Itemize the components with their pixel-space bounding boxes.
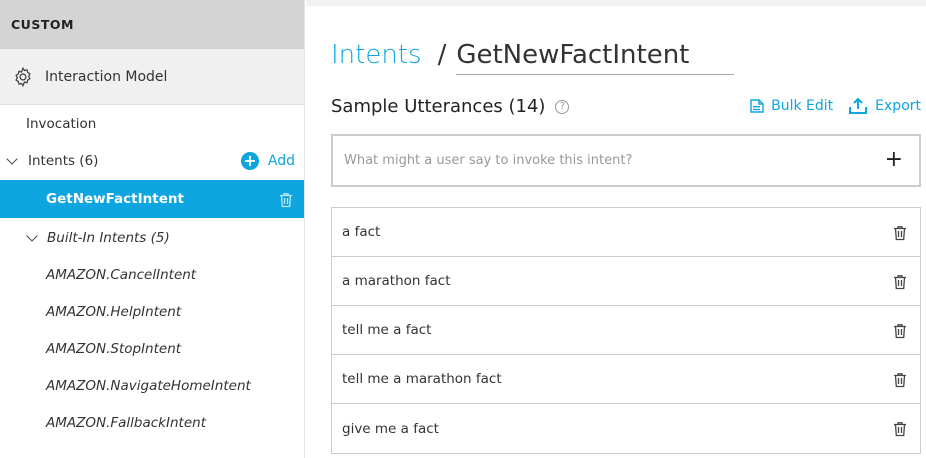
top-divider (306, 0, 926, 6)
selected-intent-label: GetNewFactIntent (46, 191, 184, 207)
builtin-intent-label: AMAZON.CancelIntent (46, 267, 197, 283)
chevron-down-icon (26, 230, 38, 242)
builtin-intent-label: AMAZON.FallbackIntent (46, 415, 206, 431)
breadcrumb-intents-link[interactable]: Intents (331, 40, 422, 70)
trash-icon[interactable] (893, 421, 907, 437)
trash-icon[interactable] (893, 372, 907, 388)
export-icon (849, 97, 868, 114)
utterance-input-placeholder: What might a user say to invoke this int… (344, 153, 633, 168)
trash-icon[interactable] (893, 225, 907, 241)
utterance-text: a marathon fact (342, 273, 451, 289)
interaction-model-item[interactable]: Interaction Model (0, 49, 304, 105)
chevron-down-icon (6, 153, 18, 165)
utterance-text: tell me a fact (342, 322, 432, 338)
add-utterance-button[interactable]: + (885, 149, 903, 171)
utterance-text: give me a fact (342, 420, 439, 437)
utterance-row[interactable]: a marathon fact (332, 257, 920, 306)
sidebar-item-help-intent[interactable]: AMAZON.HelpIntent (0, 293, 304, 331)
trash-icon[interactable] (893, 274, 907, 290)
invocation-label: Invocation (26, 116, 97, 132)
utterance-row[interactable]: a fact (332, 208, 920, 257)
export-label: Export (875, 98, 921, 114)
sidebar-item-cancel-intent[interactable]: AMAZON.CancelIntent (0, 256, 304, 294)
add-label: Add (267, 153, 295, 169)
trash-icon[interactable] (893, 323, 907, 339)
add-intent-button[interactable]: + Add (240, 152, 295, 170)
bulk-edit-label: Bulk Edit (771, 98, 834, 114)
intent-name-field[interactable]: GetNewFactIntent (456, 40, 735, 75)
sidebar-item-intents[interactable]: Intents (6) + Add (0, 142, 304, 180)
help-icon[interactable]: ? (555, 99, 570, 114)
utterance-list: a fact a marathon fact tell me a fact te… (331, 207, 921, 454)
trash-icon[interactable] (279, 192, 293, 208)
sidebar-item-invocation[interactable]: Invocation (0, 105, 304, 143)
sample-utterances-heading: Sample Utterances (14) ? (331, 96, 570, 117)
builtin-intent-label: AMAZON.HelpIntent (46, 304, 182, 320)
interaction-model-label: Interaction Model (45, 68, 168, 85)
bulk-edit-button[interactable]: Bulk Edit (750, 98, 833, 114)
utterance-text: a fact (342, 224, 381, 240)
utterance-actions: Bulk Edit Export (735, 97, 921, 115)
breadcrumb-separator: / (437, 40, 447, 70)
sidebar-item-navigatehome-intent[interactable]: AMAZON.NavigateHomeIntent (0, 367, 304, 405)
sidebar-item-builtin-intents[interactable]: Built-In Intents (5) (0, 219, 304, 257)
sidebar-item-getnewfactintent[interactable]: GetNewFactIntent (0, 180, 304, 218)
bulk-edit-icon (750, 99, 764, 113)
plus-circle-icon: + (240, 152, 259, 170)
gear-icon (15, 66, 31, 87)
builtin-intent-label: AMAZON.StopIntent (46, 341, 182, 357)
export-button[interactable]: Export (848, 97, 921, 115)
intents-label: Intents (6) (28, 153, 99, 169)
utterance-row[interactable]: give me a fact (332, 404, 920, 453)
utterance-row[interactable]: tell me a marathon fact (332, 355, 920, 404)
sidebar: CUSTOM Interaction Model Invocation Inte… (0, 0, 305, 458)
utterance-text: tell me a marathon fact (342, 371, 502, 387)
builtin-intent-label: AMAZON.NavigateHomeIntent (46, 378, 251, 394)
breadcrumb: Intents / GetNewFactIntent (331, 40, 735, 75)
section-title: Sample Utterances (14) (331, 96, 546, 117)
builtin-intents-label: Built-In Intents (5) (47, 230, 170, 246)
main-panel: Intents / GetNewFactIntent Sample Uttera… (306, 0, 926, 458)
sidebar-item-fallback-intent[interactable]: AMAZON.FallbackIntent (0, 404, 304, 442)
custom-section-header: CUSTOM (0, 0, 304, 49)
sidebar-item-stop-intent[interactable]: AMAZON.StopIntent (0, 330, 304, 368)
utterance-input[interactable]: What might a user say to invoke this int… (331, 134, 921, 187)
utterance-row[interactable]: tell me a fact (332, 306, 920, 355)
